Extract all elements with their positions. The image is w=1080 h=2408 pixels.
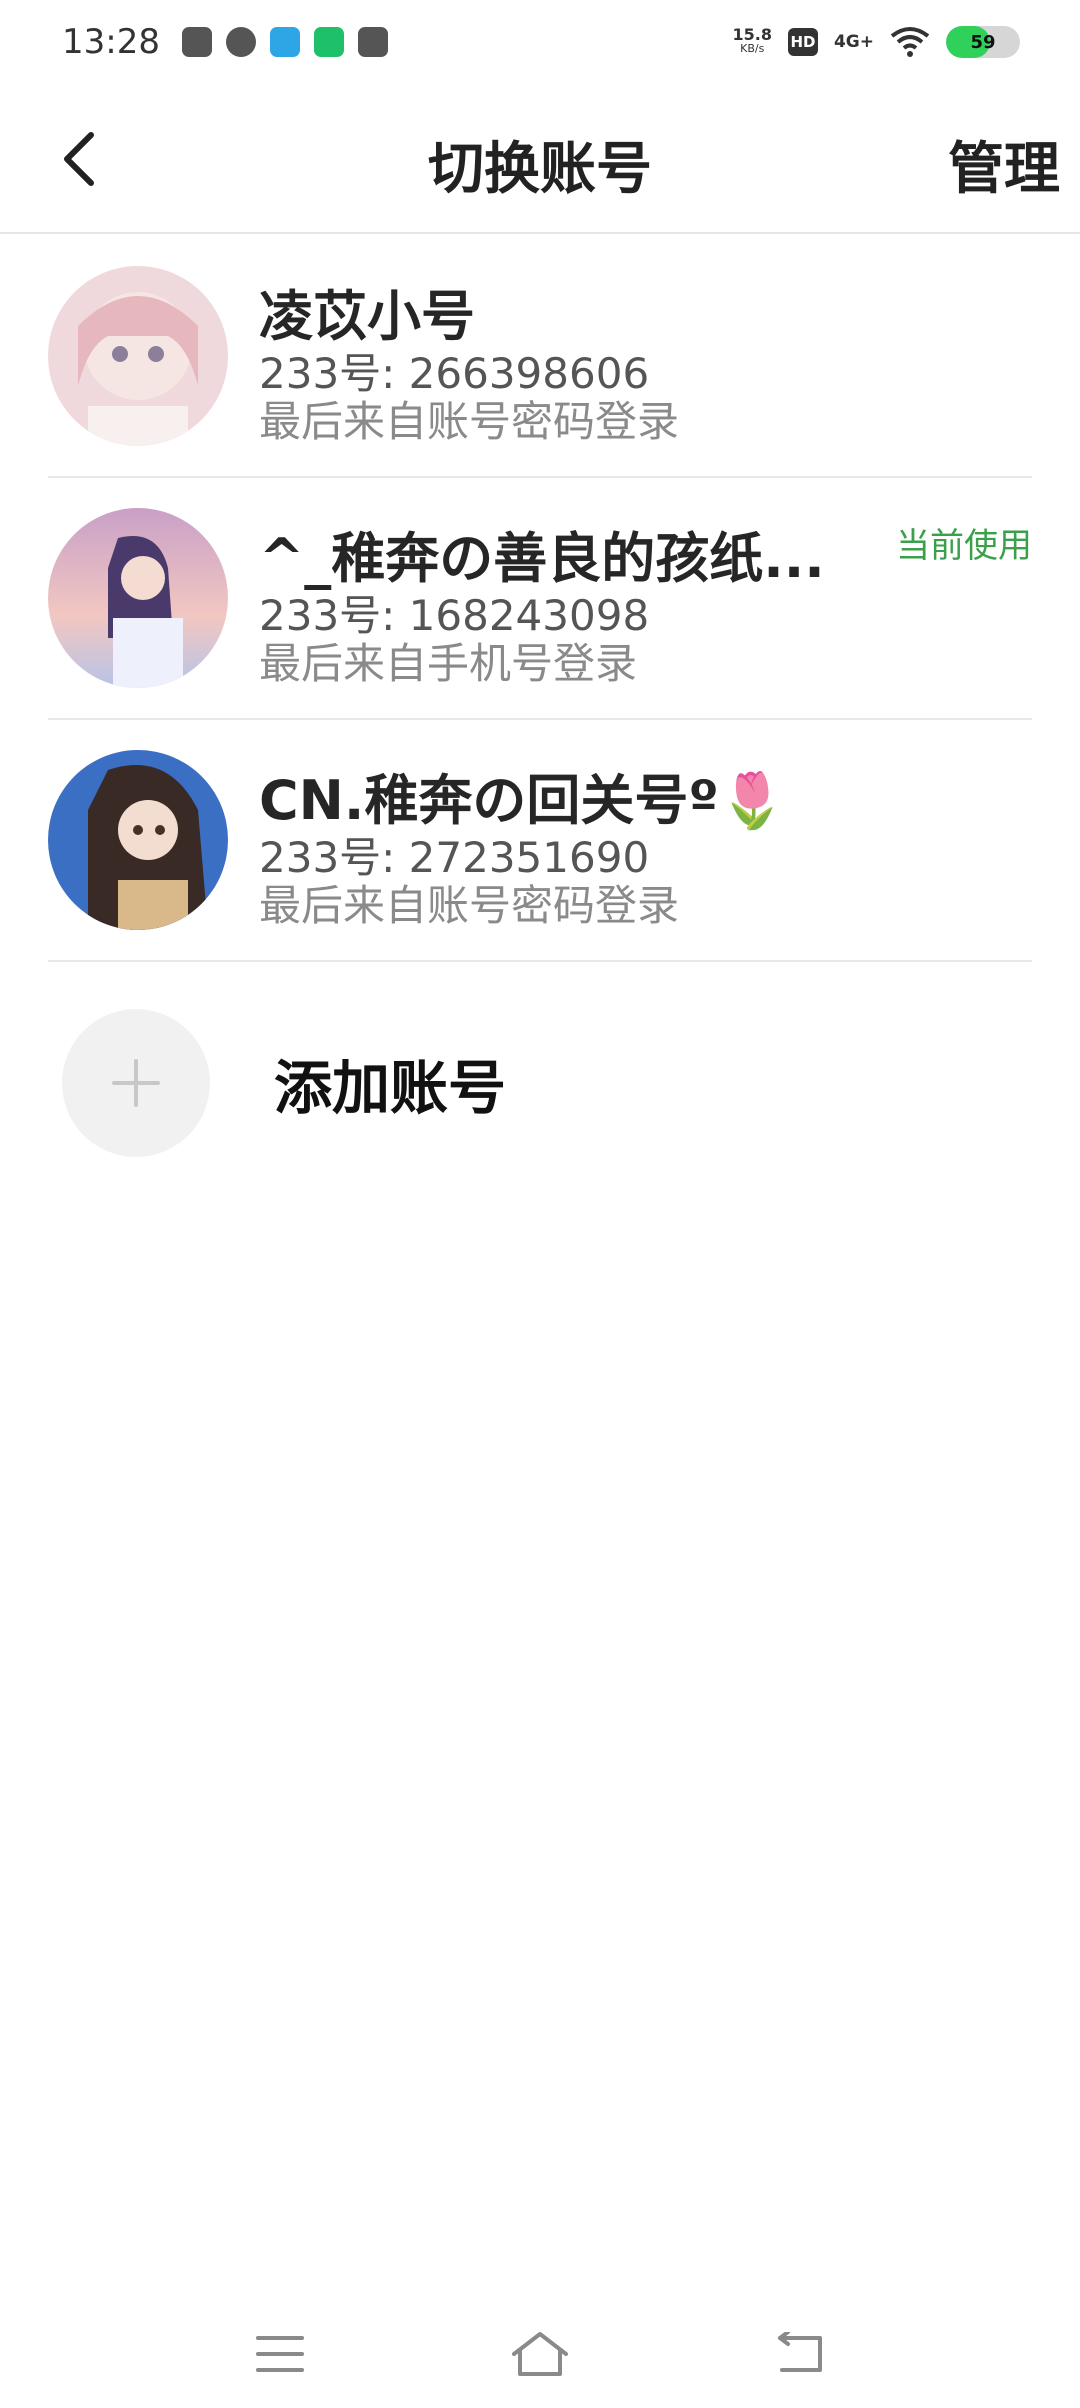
- plus-icon: [112, 1059, 160, 1107]
- menu-icon: [256, 2336, 304, 2372]
- gauge-icon: [225, 27, 256, 57]
- account-last-login: 最后来自账号密码登录: [259, 881, 680, 930]
- telegram-icon: [269, 27, 300, 57]
- system-nav-bar: [0, 2300, 1080, 2408]
- status-time: 13:28: [62, 22, 160, 62]
- header: 切换账号 管理: [0, 84, 1080, 234]
- notification-icons: [181, 27, 388, 57]
- wechat-icon: [181, 27, 212, 57]
- add-account-button[interactable]: [62, 1009, 210, 1157]
- network-speed-value: 15.8: [732, 25, 772, 44]
- wifi-icon: [890, 27, 930, 57]
- account-item[interactable]: 凌苡小号 233号: 266398606 最后来自账号密码登录: [48, 236, 1032, 478]
- hd-badge: HD: [787, 28, 818, 56]
- return-icon: [778, 2332, 822, 2372]
- cellular-signal-icon: 4G+: [834, 32, 874, 52]
- shop-bag-icon: [357, 27, 388, 57]
- battery-level: 59: [970, 31, 996, 53]
- iqiyi-icon: [313, 27, 344, 57]
- manage-button[interactable]: 管理: [948, 124, 1060, 205]
- back-nav-button[interactable]: [760, 2314, 840, 2394]
- account-list: 凌苡小号 233号: 266398606 最后来自账号密码登录 ^_稚奔の善良的…: [0, 236, 1080, 962]
- battery-icon: 59: [946, 26, 1020, 58]
- avatar: [48, 266, 228, 446]
- account-last-login: 最后来自手机号登录: [259, 639, 638, 688]
- add-account-row[interactable]: 添加账号: [62, 1008, 1022, 1158]
- home-icon: [512, 2332, 568, 2376]
- status-right: 15.8 KB/s HD 4G+ 59: [732, 26, 1020, 58]
- menu-button[interactable]: [240, 2314, 320, 2394]
- add-account-label: 添加账号: [274, 1054, 507, 1122]
- account-last-login: 最后来自账号密码登录: [259, 397, 680, 446]
- status-bar: 13:28 15.8 KB/s HD 4G+ 59: [0, 0, 1080, 84]
- home-button[interactable]: [500, 2314, 580, 2394]
- network-type: 4G+: [833, 32, 874, 52]
- network-speed: 15.8 KB/s: [732, 25, 772, 56]
- avatar: [48, 750, 228, 930]
- account-item[interactable]: CN.稚奔の回关号º🌷 233号: 272351690 最后来自账号密码登录: [48, 720, 1032, 962]
- page-title: 切换账号: [428, 137, 652, 202]
- account-item[interactable]: ^_稚奔の善良的孩纸... 当前使用 233号: 168243098 最后来自手…: [48, 478, 1032, 720]
- avatar: [48, 508, 228, 688]
- network-speed-unit: KB/s: [740, 42, 765, 55]
- current-account-badge: 当前使用: [896, 526, 1032, 566]
